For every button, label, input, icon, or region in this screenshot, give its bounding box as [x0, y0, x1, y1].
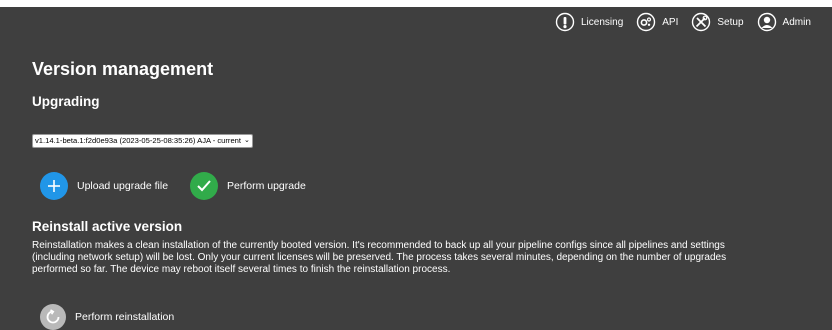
- licensing-icon: [555, 12, 575, 32]
- nav-setup-label: Setup: [717, 16, 744, 28]
- top-strip: [0, 0, 832, 7]
- checkmark-icon: [190, 172, 218, 200]
- nav-licensing-label: Licensing: [581, 16, 624, 28]
- nav-licensing[interactable]: Licensing: [555, 12, 623, 32]
- reinstall-description-line: performed so far. The device may reboot …: [32, 264, 451, 275]
- nav-admin-label: Admin: [782, 16, 811, 28]
- top-navigation: Licensing API Setup Admin: [555, 9, 811, 35]
- perform-reinstallation-button[interactable]: Perform reinstallation: [40, 304, 174, 330]
- upgrading-heading: Upgrading: [32, 94, 100, 109]
- perform-upgrade-label: Perform upgrade: [227, 180, 306, 192]
- chevron-down-icon: ⌄: [244, 137, 250, 144]
- nav-setup[interactable]: Setup: [691, 12, 744, 32]
- nav-api[interactable]: API: [636, 12, 678, 32]
- reinstall-description-line: (including network setup) will be lost. …: [32, 252, 727, 263]
- plus-icon: [40, 172, 68, 200]
- reinstall-heading: Reinstall active version: [32, 219, 183, 234]
- nav-admin[interactable]: Admin: [757, 12, 811, 32]
- upload-upgrade-file-label: Upload upgrade file: [77, 180, 169, 192]
- reload-icon: [40, 304, 66, 330]
- page-title: Version management: [32, 59, 214, 79]
- setup-icon: [691, 12, 711, 32]
- reinstall-description-line: Reinstallation makes a clean installatio…: [32, 240, 725, 251]
- perform-reinstallation-label: Perform reinstallation: [75, 311, 175, 323]
- perform-upgrade-button[interactable]: Perform upgrade: [190, 172, 306, 200]
- version-select-value: v1.14.1-beta.1:f2d0e93a (2023-05-25-08:3…: [35, 136, 242, 145]
- version-select[interactable]: v1.14.1-beta.1:f2d0e93a (2023-05-25-08:3…: [32, 134, 253, 148]
- user-icon: [757, 12, 777, 32]
- reinstall-description: Reinstallation makes a clean installatio…: [32, 240, 832, 276]
- upload-upgrade-file-button[interactable]: Upload upgrade file: [40, 172, 168, 200]
- api-icon: [636, 12, 656, 32]
- nav-api-label: API: [662, 16, 679, 28]
